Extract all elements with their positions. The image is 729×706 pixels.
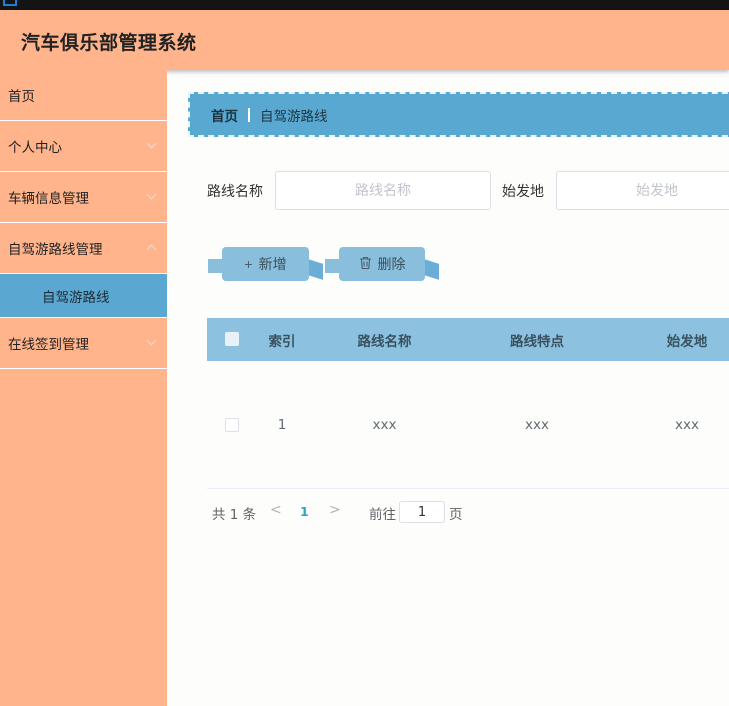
add-button-wrapper: + 新增 bbox=[208, 247, 323, 283]
sidebar-item-route-management[interactable]: 自驾游路线管理 bbox=[0, 223, 167, 274]
breadcrumb-home[interactable]: 首页 bbox=[211, 105, 238, 125]
goto-suffix: 页 bbox=[449, 507, 463, 523]
column-header-origin: 始发地 bbox=[666, 333, 708, 350]
window-icon bbox=[3, 0, 17, 6]
origin-label: 始发地 bbox=[502, 184, 544, 200]
sidebar-item-checkin-management[interactable]: 在线签到管理 bbox=[0, 318, 167, 369]
sidebar-item-home[interactable]: 首页 bbox=[0, 70, 167, 121]
sidebar-item-personal-center[interactable]: 个人中心 bbox=[0, 121, 167, 172]
column-header-index: 索引 bbox=[268, 333, 296, 350]
chevron-down-icon bbox=[146, 335, 157, 346]
sidebar-item-label: 车辆信息管理 bbox=[8, 191, 89, 207]
window-titlebar bbox=[0, 0, 729, 10]
sidebar-item-label: 自驾游路线 bbox=[42, 289, 110, 306]
route-name-label: 路线名称 bbox=[207, 184, 263, 200]
add-button[interactable]: + 新增 bbox=[222, 247, 309, 281]
row-feature: xxx bbox=[525, 416, 549, 433]
add-button-label: 新增 bbox=[258, 256, 287, 272]
goto-page-input[interactable] bbox=[399, 501, 445, 523]
chevron-up-icon bbox=[146, 244, 157, 255]
sidebar-item-label: 在线签到管理 bbox=[8, 337, 89, 353]
delete-button-label: 删除 bbox=[377, 256, 406, 272]
sidebar-item-label: 自驾游路线管理 bbox=[8, 242, 103, 258]
chevron-down-icon bbox=[146, 138, 157, 149]
pagination-total: 共 1 条 bbox=[212, 507, 257, 523]
sidebar-subitem-route[interactable]: 自驾游路线 bbox=[0, 274, 167, 318]
chevron-down-icon bbox=[146, 189, 157, 200]
delete-button-wrapper: 删除 bbox=[325, 247, 439, 283]
route-name-input[interactable] bbox=[275, 171, 491, 210]
table-row[interactable]: 1 xxx xxx xxx bbox=[207, 361, 729, 489]
prev-page-icon[interactable]: < bbox=[270, 502, 282, 518]
breadcrumb-current: 自驾游路线 bbox=[260, 108, 328, 125]
page-number-current[interactable]: 1 bbox=[300, 504, 309, 519]
sidebar-item-vehicle-info[interactable]: 车辆信息管理 bbox=[0, 172, 167, 223]
row-origin: xxx bbox=[675, 416, 699, 433]
goto-label: 前往 bbox=[369, 507, 396, 523]
next-page-icon[interactable]: > bbox=[329, 502, 341, 518]
trash-icon bbox=[359, 256, 372, 273]
column-header-feature: 路线特点 bbox=[510, 333, 564, 350]
row-index: 1 bbox=[277, 416, 287, 433]
main-content: 首页 自驾游路线 路线名称 始发地 + 新增 删除 索引 路线名称 路线特点 始… bbox=[167, 70, 729, 706]
sidebar-item-label: 个人中心 bbox=[8, 140, 62, 156]
row-checkbox[interactable] bbox=[225, 418, 239, 432]
plus-icon: + bbox=[244, 256, 253, 272]
delete-button[interactable]: 删除 bbox=[339, 247, 425, 281]
row-route-name: xxx bbox=[372, 416, 397, 433]
app-title: 汽车俱乐部管理系统 bbox=[21, 32, 197, 54]
select-all-checkbox[interactable] bbox=[225, 332, 239, 346]
sidebar-item-label: 首页 bbox=[8, 89, 35, 105]
table-header: 索引 路线名称 路线特点 始发地 bbox=[207, 318, 729, 361]
column-header-route-name: 路线名称 bbox=[357, 333, 412, 350]
app-header: 汽车俱乐部管理系统 bbox=[0, 10, 729, 70]
breadcrumb: 首页 自驾游路线 bbox=[188, 92, 729, 137]
routes-table: 索引 路线名称 路线特点 始发地 1 xxx xxx xxx bbox=[207, 318, 729, 489]
breadcrumb-separator bbox=[248, 107, 250, 122]
origin-input[interactable] bbox=[556, 171, 729, 210]
sidebar: 首页 个人中心 车辆信息管理 自驾游路线管理 自驾游路线 在线签到管理 bbox=[0, 70, 167, 706]
